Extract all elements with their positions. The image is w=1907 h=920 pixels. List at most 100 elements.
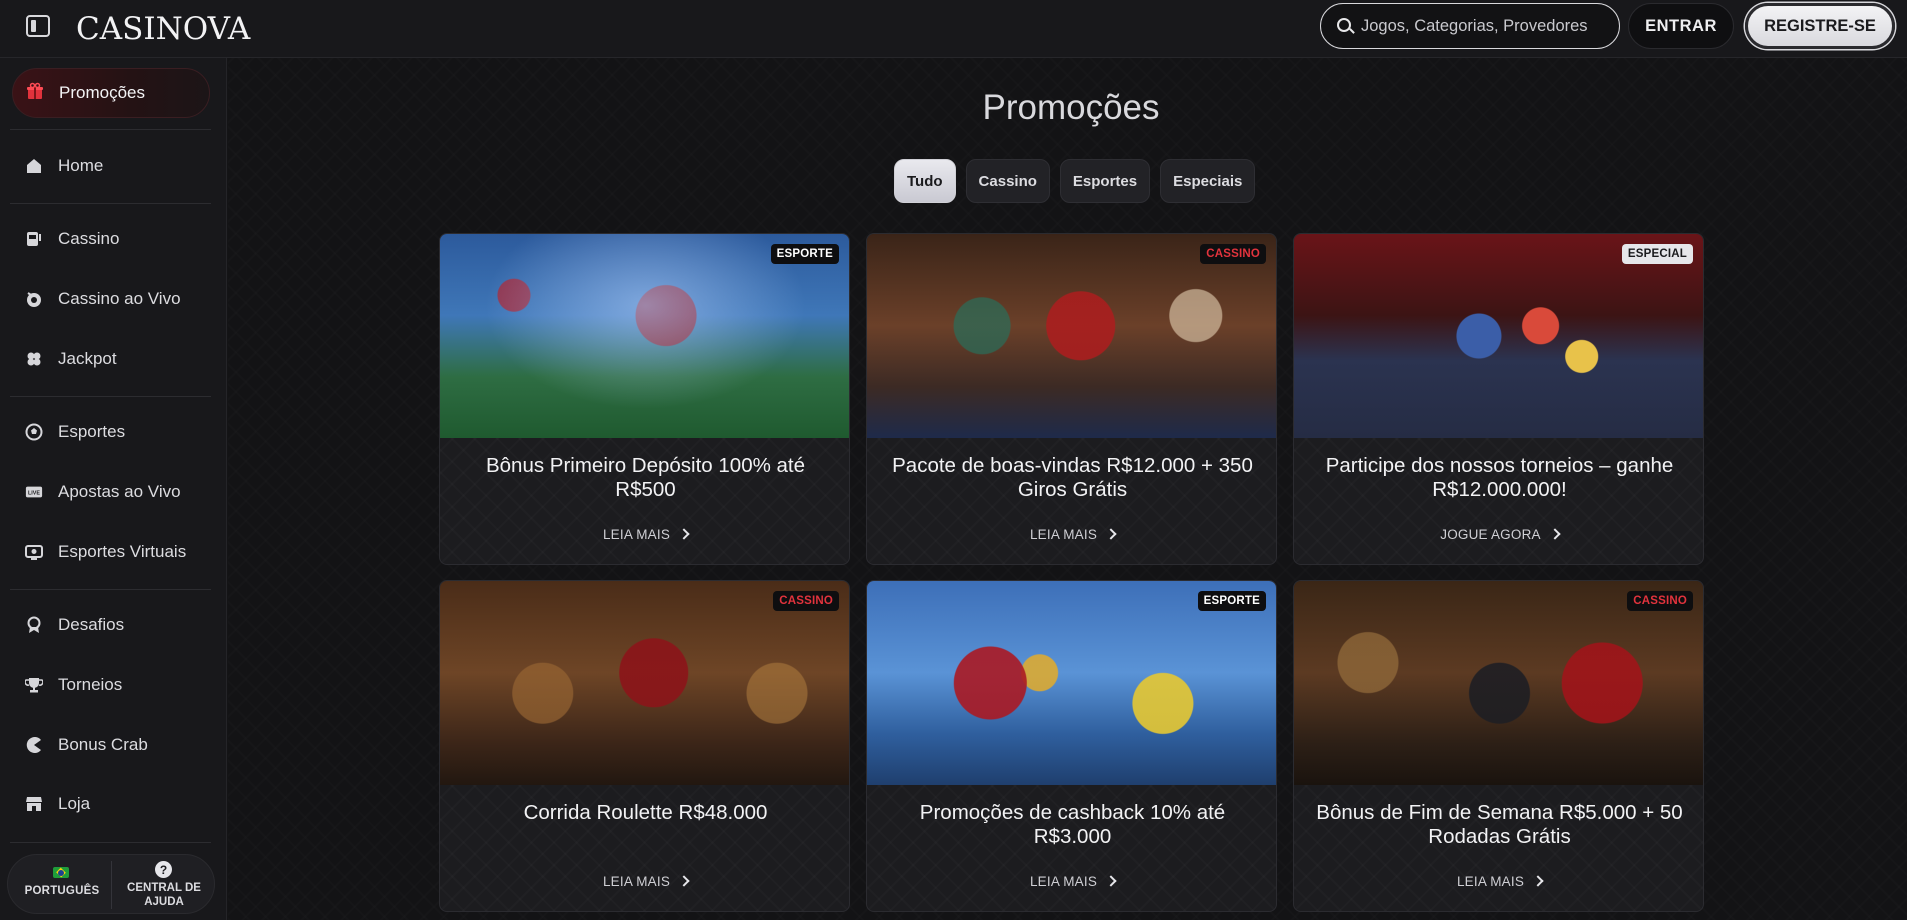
sidebar-item-jackpot[interactable]: Jackpot	[12, 337, 210, 381]
search-input[interactable]	[1361, 15, 1601, 37]
store-icon	[25, 795, 43, 813]
filter-tabs: Tudo Cassino Esportes Especiais	[894, 159, 1256, 203]
chevron-right-icon	[1105, 528, 1117, 540]
promo-image	[440, 234, 849, 438]
filter-tab-cassino[interactable]: Cassino	[965, 159, 1050, 203]
promo-title: Bônus de Fim de Semana R$5.000 + 50 Roda…	[1316, 801, 1683, 848]
sidebar-item-label: Desafios	[58, 615, 125, 634]
cta-label: LEIA MAIS	[1456, 873, 1525, 889]
sidebar: Promoções Home Cassino Cassino ao Vivo J…	[0, 58, 227, 920]
promo-card[interactable]: ESPORTE Bônus Primeiro Depósito 100% até…	[439, 233, 850, 565]
chevron-right-icon	[678, 875, 690, 887]
virtual-sports-icon	[25, 543, 43, 561]
promo-title: Corrida Roulette R$48.000	[523, 801, 768, 824]
sidebar-item-label: Jackpot	[58, 349, 117, 368]
gift-icon	[26, 82, 44, 100]
promo-card[interactable]: CASSINO Bônus de Fim de Semana R$5.000 +…	[1293, 580, 1704, 912]
play-now-link[interactable]: JOGUE AGORA	[1294, 523, 1703, 545]
category-badge: ESPORTE	[770, 244, 839, 264]
divider	[10, 129, 211, 130]
sidebar-item-promocoes[interactable]: Promoções	[12, 68, 210, 118]
sidebar-item-label: Bonus Crab	[58, 735, 148, 754]
svg-text:LIVE: LIVE	[28, 491, 40, 497]
challenge-icon	[25, 616, 43, 634]
category-badge: ESPECIAL	[1621, 244, 1693, 264]
promo-card[interactable]: CASSINO Pacote de boas-vindas R$12.000 +…	[866, 233, 1277, 565]
filter-tab-tudo[interactable]: Tudo	[894, 159, 956, 203]
read-more-link[interactable]: LEIA MAIS	[440, 523, 849, 545]
cta-label: LEIA MAIS	[602, 873, 671, 889]
question-icon: ?	[155, 861, 172, 878]
promo-image	[1294, 234, 1703, 438]
divider	[10, 203, 211, 204]
live-icon: LIVE	[25, 483, 43, 501]
chevron-right-icon	[678, 528, 690, 540]
sidebar-item-label: Cassino	[58, 229, 120, 248]
main-content: Promoções Tudo Cassino Esportes Especiai…	[228, 58, 1907, 920]
search-icon	[1337, 18, 1351, 32]
sidebar-item-cassino-ao-vivo[interactable]: Cassino ao Vivo	[12, 277, 210, 321]
sidebar-toggle-icon[interactable]	[26, 15, 50, 37]
promo-title: Promoções de cashback 10% até R$3.000	[919, 801, 1226, 848]
promo-title: Pacote de boas-vindas R$12.000 + 350 Gir…	[892, 454, 1253, 501]
clover-icon	[25, 350, 43, 368]
language-label: PORTUGUÊS	[24, 885, 100, 897]
cta-label: LEIA MAIS	[1029, 873, 1098, 889]
filter-tab-esportes[interactable]: Esportes	[1059, 159, 1151, 203]
logo[interactable]: CASINOVA	[76, 9, 250, 49]
sidebar-item-esportes-virtuais[interactable]: Esportes Virtuais	[12, 530, 210, 574]
sidebar-item-label: Loja	[58, 794, 91, 813]
promo-card[interactable]: CASSINO Corrida Roulette R$48.000 LEIA M…	[439, 580, 850, 912]
page-title: Promoções	[982, 88, 1160, 127]
cta-label: JOGUE AGORA	[1440, 526, 1541, 542]
sidebar-item-label: Apostas ao Vivo	[58, 482, 181, 501]
chevron-right-icon	[1105, 875, 1117, 887]
read-more-link[interactable]: LEIA MAIS	[440, 870, 849, 892]
promo-card[interactable]: ESPORTE Promoções de cashback 10% até R$…	[866, 580, 1277, 912]
sidebar-item-label: Home	[58, 156, 104, 175]
sidebar-item-home[interactable]: Home	[12, 144, 210, 188]
category-badge: CASSINO	[1200, 244, 1266, 264]
sidebar-item-loja[interactable]: Loja	[12, 782, 210, 826]
sidebar-item-apostas-ao-vivo[interactable]: LIVE Apostas ao Vivo	[12, 470, 210, 514]
divider	[10, 589, 211, 590]
promo-image	[440, 581, 849, 785]
read-more-link[interactable]: LEIA MAIS	[867, 523, 1276, 545]
sidebar-item-cassino[interactable]: Cassino	[12, 217, 210, 261]
brazil-flag-icon	[53, 867, 69, 878]
filter-tab-especiais[interactable]: Especiais	[1160, 159, 1256, 203]
sidebar-item-label: Esportes Virtuais	[58, 542, 187, 561]
sidebar-item-label: Cassino ao Vivo	[58, 289, 181, 308]
top-bar: CASINOVA ENTRAR REGISTRE-SE	[0, 0, 1907, 58]
read-more-link[interactable]: LEIA MAIS	[867, 870, 1276, 892]
login-button[interactable]: ENTRAR	[1628, 3, 1734, 49]
register-button[interactable]: REGISTRE-SE	[1745, 3, 1895, 49]
promo-image	[867, 581, 1276, 785]
home-icon	[25, 157, 43, 175]
read-more-link[interactable]: LEIA MAIS	[1294, 870, 1703, 892]
sidebar-item-label: Esportes	[58, 422, 126, 441]
help-center-label: CENTRAL DE AJUDA	[127, 882, 201, 908]
sidebar-item-desafios[interactable]: Desafios	[12, 603, 210, 647]
sidebar-item-label: Torneios	[58, 675, 123, 694]
footer-controls: PORTUGUÊS ? CENTRAL DE AJUDA	[7, 854, 215, 914]
help-center-button[interactable]: ? CENTRAL DE AJUDA	[112, 855, 216, 915]
search-box[interactable]	[1320, 3, 1620, 49]
soccer-ball-icon	[25, 423, 43, 441]
chevron-right-icon	[1532, 875, 1544, 887]
divider	[10, 842, 211, 843]
slot-machine-icon	[25, 230, 43, 248]
sidebar-item-esportes[interactable]: Esportes	[12, 410, 210, 454]
sidebar-item-torneios[interactable]: Torneios	[12, 663, 210, 707]
trophy-icon	[25, 676, 43, 694]
chevron-right-icon	[1549, 528, 1561, 540]
promo-title: Bônus Primeiro Depósito 100% até R$500	[485, 454, 806, 501]
category-badge: CASSINO	[773, 591, 839, 611]
promo-image	[1294, 581, 1703, 785]
sidebar-item-label: Promoções	[59, 83, 145, 102]
cta-label: LEIA MAIS	[602, 526, 671, 542]
cta-label: LEIA MAIS	[1029, 526, 1098, 542]
sidebar-item-bonus-crab[interactable]: Bonus Crab	[12, 723, 210, 767]
language-selector[interactable]: PORTUGUÊS	[8, 855, 111, 915]
promo-card[interactable]: ESPECIAL Participe dos nossos torneios –…	[1293, 233, 1704, 565]
